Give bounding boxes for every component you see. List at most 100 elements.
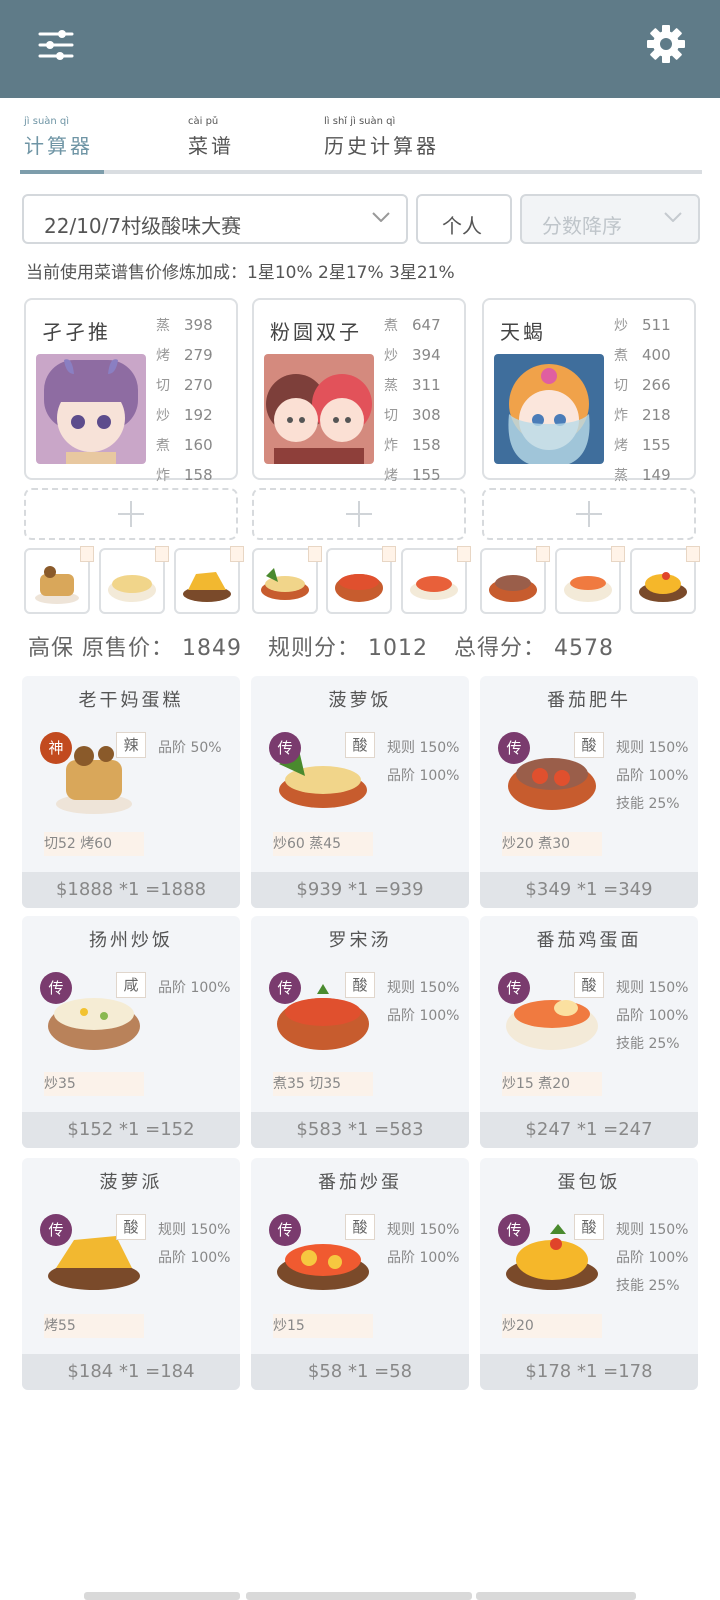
recipe-multipliers: 规则 150% 品阶 100% [387,734,459,790]
skill-value: 398 [184,316,213,334]
chef-card[interactable]: 粉圆双子 煮 647 炒 394 蒸 311 切 308 炸 158 烤 155 [252,298,466,484]
dish-slot[interactable] [401,546,471,614]
scroll-indicator [84,1592,240,1600]
skill-row: 烤 279 [156,340,232,370]
skill-value: 308 [412,406,441,424]
tab-label: 菜谱 [188,134,234,158]
recipe-name: 罗宋汤 [328,930,392,951]
multiplier: 规则 150% [387,740,460,756]
fried-rice-icon [108,575,156,602]
skill-requirement: 炒20 煮30 [502,832,602,856]
flag-icon [382,546,396,562]
recipe-card[interactable]: 菠萝派 传 酸 规则 150% 品阶 100% 烤55 $184 *1 =184 [22,1158,240,1390]
dish-slot[interactable] [630,546,700,614]
score-summary: 高保 原售价： 1849 规则分： 1012 总得分： 4578 [28,630,632,662]
chef-skills: 蒸 398 烤 279 切 270 炒 192 煮 160 炸 158 [156,310,232,490]
skill-type: 炸 [156,468,170,484]
skill-row: 炒 394 [384,340,460,370]
dish-slot[interactable] [99,546,169,614]
tab-history-calculator[interactable]: lì shǐ jì suàn qì 历史计算器 [324,116,439,159]
dish-slot[interactable] [555,546,625,614]
skill-requirement: 煮35 切35 [273,1072,373,1096]
skill-row: 煮 400 [614,340,690,370]
multiplier: 品阶 100% [387,1250,460,1266]
chef-name: 天蝎 [500,320,546,344]
skill-value: 270 [184,376,213,394]
recipe-card[interactable]: 菠萝饭 传 酸 规则 150% 品阶 100% 炒60 蒸45 $939 *1 … [251,676,469,908]
contest-value: 22/10/7村级酸味大赛 [44,214,242,238]
mode-select[interactable]: 个人 [416,194,512,244]
scroll-indicator [246,1592,472,1600]
skill-type: 炒 [614,318,628,334]
skill-row: 炸 158 [156,460,232,490]
recipe-card[interactable]: 蛋包饭 传 酸 规则 150% 品阶 100% 技能 25% 炒20 $178 … [480,1158,698,1390]
add-slot[interactable] [252,488,466,540]
dish-slot[interactable] [252,546,322,614]
flavor-tag: 酸 [345,1214,375,1240]
rank-badge: 传 [269,1214,301,1246]
skill-requirement: 炒35 [44,1072,144,1096]
tab-pinyin: lì shǐ jì suàn qì [324,116,396,127]
dish-slot[interactable] [24,546,94,614]
rank-badge: 传 [269,732,301,764]
contest-select[interactable]: 22/10/7村级酸味大赛 [22,194,408,244]
flavor-tag: 酸 [574,972,604,998]
recipe-name: 扬州炒饭 [89,930,173,951]
recipe-card[interactable]: 扬州炒饭 传 咸 品阶 100% 炒35 $152 *1 =152 [22,916,240,1148]
tab-pinyin: jì suàn qì [24,116,70,127]
beef-icon [489,575,537,602]
skill-type: 烤 [614,438,628,454]
recipe-multipliers: 规则 150% 品阶 100% [387,1216,459,1272]
flavor-tag: 咸 [116,972,146,998]
recipe-card[interactable]: 番茄肥牛 传 酸 规则 150% 品阶 100% 技能 25% 炒20 煮30 … [480,676,698,908]
price-formula: $184 *1 =184 [22,1354,240,1390]
chef-skills: 炒 511 煮 400 切 266 炸 218 烤 155 蒸 149 [614,310,690,490]
mode-value: 个人 [442,214,482,238]
recipe-name: 番茄炒蛋 [318,1172,402,1193]
add-slot[interactable] [24,488,238,540]
base-price: 高保 原售价： 1849 [28,636,242,661]
sliders-icon[interactable] [38,28,74,62]
skill-requirement: 切52 烤60 [44,832,144,856]
flavor-tag: 酸 [574,1214,604,1240]
gear-icon[interactable] [646,24,686,64]
recipe-multipliers: 规则 150% 品阶 100% 技能 25% [616,734,688,818]
chef-portrait [36,354,146,464]
skill-type: 炒 [156,408,170,424]
plus-icon [118,501,144,527]
chef-card[interactable]: 孑孑推 蒸 398 烤 279 切 270 炒 192 煮 160 炸 158 [24,298,238,484]
chef-card[interactable]: 天蝎 炒 511 煮 400 切 266 炸 218 烤 155 蒸 149 [482,298,696,484]
skill-row: 炒 511 [614,310,690,340]
multiplier: 规则 150% [387,1222,460,1238]
add-slot[interactable] [482,488,696,540]
recipe-name: 蛋包饭 [557,1172,621,1193]
skill-row: 烤 155 [384,460,460,490]
skill-value: 279 [184,346,213,364]
tab-calculator[interactable]: jì suàn qì 计算器 [24,116,93,159]
pie-icon [183,572,231,602]
recipe-card[interactable]: 罗宋汤 传 酸 规则 150% 品阶 100% 煮35 切35 $583 *1 … [251,916,469,1148]
skill-row: 煮 160 [156,430,232,460]
tab-underline-track [20,170,702,174]
recipe-card[interactable]: 老干妈蛋糕 神 辣 品阶 50% 切52 烤60 $1888 *1 =1888 [22,676,240,908]
recipe-multipliers: 规则 150% 品阶 100% [158,1216,230,1272]
recipe-card[interactable]: 番茄鸡蛋面 传 酸 规则 150% 品阶 100% 技能 25% 炒15 煮20… [480,916,698,1148]
dish-slot[interactable] [480,546,550,614]
top-app-bar [0,0,720,98]
tab-recipes[interactable]: cài pǔ 菜谱 [188,116,234,159]
flavor-tag: 辣 [116,732,146,758]
skill-row: 蒸 311 [384,370,460,400]
recipe-name: 老干妈蛋糕 [78,690,184,711]
sort-select[interactable]: 分数降序 [520,194,700,244]
skill-value: 218 [642,406,671,424]
dish-slot[interactable] [326,546,396,614]
flag-icon [155,546,169,562]
skill-value: 155 [642,436,671,454]
skill-value: 192 [184,406,213,424]
dish-slot[interactable] [174,546,244,614]
recipe-card[interactable]: 番茄炒蛋 传 酸 规则 150% 品阶 100% 炒15 $58 *1 =58 [251,1158,469,1390]
flag-icon [457,546,471,562]
skill-row: 炸 158 [384,430,460,460]
tab-active-indicator [20,170,104,174]
rank-badge: 传 [40,972,72,1004]
